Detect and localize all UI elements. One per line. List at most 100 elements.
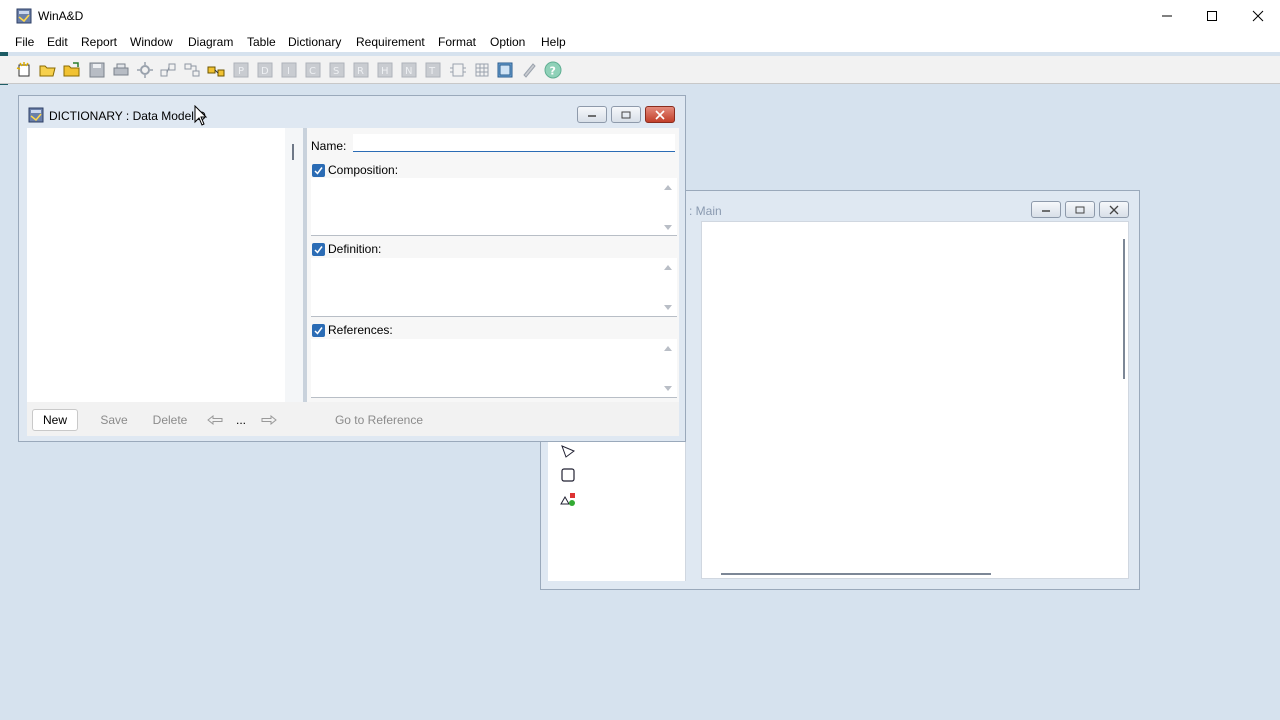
textarea-scroll-arrows-icon[interactable] <box>663 343 673 393</box>
references-textarea[interactable] <box>311 339 677 398</box>
definition-checkbox[interactable] <box>312 243 325 256</box>
menu-format[interactable]: Format <box>438 35 476 49</box>
link-icon[interactable] <box>207 61 225 79</box>
dictionary-close-button[interactable] <box>645 106 675 123</box>
entry-list-scrollbar[interactable] <box>285 128 303 402</box>
close-icon <box>655 109 665 120</box>
new-icon[interactable] <box>15 61 33 79</box>
menu-option[interactable]: Option <box>490 35 525 49</box>
grid-icon[interactable] <box>496 61 514 79</box>
menu-table[interactable]: Table <box>247 35 276 49</box>
arrow-right-icon <box>261 415 277 425</box>
dictionary-minimize-button[interactable] <box>577 106 607 123</box>
menu-file[interactable]: File <box>15 35 34 49</box>
menu-diagram[interactable]: Diagram <box>188 35 233 49</box>
new-button[interactable]: New <box>32 409 78 431</box>
diagram-horizontal-scrollbar[interactable] <box>721 573 991 575</box>
dictionary-window-icon <box>28 107 44 123</box>
definition-textarea[interactable] <box>311 258 677 317</box>
menu-report[interactable]: Report <box>81 35 117 49</box>
svg-text:I: I <box>287 66 290 77</box>
delete-button[interactable]: Delete <box>147 409 193 431</box>
print-icon[interactable] <box>112 61 130 79</box>
app-titlebar: WinA&D <box>0 0 1280 32</box>
dictionary-button-bar: New Save Delete ... Go to Reference <box>27 402 679 436</box>
save-button[interactable]: Save <box>91 409 137 431</box>
svg-text:R: R <box>357 66 364 77</box>
s-icon[interactable]: S <box>328 61 346 79</box>
composition-label: Composition: <box>328 163 399 177</box>
diagram-canvas[interactable] <box>701 221 1129 579</box>
scrollbar-thumb[interactable] <box>292 144 294 160</box>
code-gen-icon[interactable] <box>449 61 467 79</box>
svg-text:C: C <box>309 66 316 77</box>
svg-text:N: N <box>405 66 412 77</box>
menu-help[interactable]: Help <box>541 35 566 49</box>
menu-requirement[interactable]: Requirement <box>356 35 425 49</box>
c-icon[interactable]: C <box>304 61 322 79</box>
open-icon[interactable] <box>39 61 57 79</box>
close-icon <box>1252 10 1264 22</box>
menu-dictionary[interactable]: Dictionary <box>288 35 341 49</box>
close-button[interactable] <box>1235 0 1280 32</box>
menu-bar: File Edit Report Window Diagram Table Di… <box>0 32 1280 52</box>
arrange-icon[interactable] <box>183 61 201 79</box>
composition-textarea[interactable] <box>311 178 677 236</box>
code-pencil-icon[interactable] <box>520 61 538 79</box>
textarea-scroll-arrows-icon[interactable] <box>663 262 673 312</box>
go-to-reference-button[interactable]: Go to Reference <box>331 409 427 431</box>
dictionary-entry-form: Name: Composition: Definition: Reference… <box>307 128 679 402</box>
references-checkbox[interactable] <box>312 324 325 337</box>
h-icon[interactable]: H <box>376 61 394 79</box>
minimize-icon <box>1162 15 1172 17</box>
dictionary-entry-list[interactable] <box>27 128 285 402</box>
app-title: WinA&D <box>38 9 84 23</box>
i-icon[interactable]: I <box>280 61 298 79</box>
help-icon[interactable]: ? <box>544 61 562 79</box>
layout-icon[interactable] <box>159 61 177 79</box>
checkmark-icon <box>314 327 323 335</box>
diagram-window-title: : Main <box>689 204 722 218</box>
dictionary-restore-button[interactable] <box>611 106 641 123</box>
svg-text:D: D <box>261 66 269 77</box>
svg-text:T: T <box>428 66 436 77</box>
save-icon[interactable] <box>88 61 106 79</box>
references-label: References: <box>328 323 393 337</box>
r-icon[interactable]: R <box>352 61 370 79</box>
diagram-vertical-scrollbar[interactable] <box>1123 239 1125 379</box>
flow-arrow-tool-icon[interactable] <box>560 443 576 459</box>
checkmark-icon <box>314 167 323 175</box>
maximize-button[interactable] <box>1189 0 1235 32</box>
settings-icon[interactable] <box>136 61 154 79</box>
maximize-icon <box>1207 11 1217 21</box>
next-button[interactable] <box>259 409 279 431</box>
name-input[interactable] <box>353 134 675 152</box>
diagram-close-button[interactable] <box>1099 201 1129 218</box>
code-map-icon[interactable] <box>473 61 491 79</box>
diagram-restore-button[interactable] <box>1065 201 1095 218</box>
composition-checkbox[interactable] <box>312 164 325 177</box>
arrow-left-icon <box>207 415 223 425</box>
t-icon[interactable]: T <box>424 61 442 79</box>
minimize-button[interactable] <box>1144 0 1190 32</box>
svg-text:P: P <box>238 66 244 77</box>
d-icon[interactable]: D <box>256 61 274 79</box>
previous-button[interactable] <box>205 409 225 431</box>
menu-window[interactable]: Window <box>130 35 173 49</box>
shapes-tool-icon[interactable] <box>560 491 576 507</box>
dictionary-window-title: DICTIONARY : Data Model.D <box>49 109 206 123</box>
minimize-icon <box>1042 209 1050 212</box>
browse-button[interactable]: ... <box>231 409 251 431</box>
diagram-minimize-button[interactable] <box>1031 201 1061 218</box>
toolbar: P D I C S R H N T ? <box>0 56 1280 84</box>
open-folder-icon[interactable] <box>63 61 81 79</box>
store-tool-icon[interactable] <box>560 467 576 483</box>
dictionary-window: DICTIONARY : Data Model.D Name: Composit… <box>18 95 686 442</box>
restore-icon <box>621 111 631 118</box>
p-icon[interactable]: P <box>232 61 250 79</box>
textarea-scroll-arrows-icon[interactable] <box>663 182 673 232</box>
minimize-icon <box>588 114 596 117</box>
n-icon[interactable]: N <box>400 61 418 79</box>
svg-text:?: ? <box>550 65 556 78</box>
menu-edit[interactable]: Edit <box>47 35 68 49</box>
